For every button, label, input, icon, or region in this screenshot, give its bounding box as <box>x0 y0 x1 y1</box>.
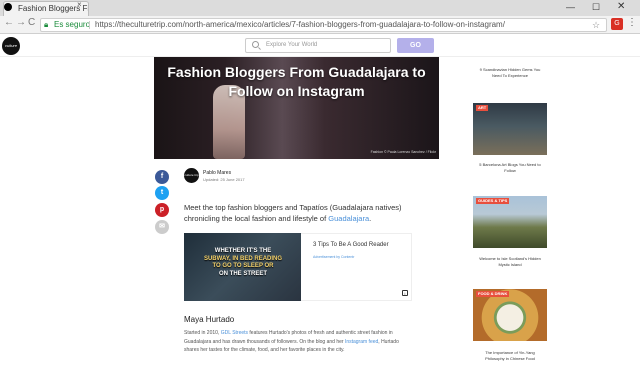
window-maximize-button[interactable]: ☐ <box>592 2 600 13</box>
article-paragraph: Started in 2010, GDL Streets features Hu… <box>184 329 412 355</box>
back-arrow-icon[interactable]: ← <box>4 17 14 28</box>
email-share-icon[interactable]: ✉ <box>155 220 169 234</box>
sidebar-card-title[interactable]: 5 Barcelona Art Blogs You Need to Follow <box>477 162 543 173</box>
address-separator <box>89 21 90 29</box>
address-bar[interactable]: 🔒︎ Es seguro https://theculturetrip.com/… <box>40 18 607 32</box>
ad-image-caption: WHETHER IT'S THE SUBWAY, IN BED READING … <box>200 248 286 278</box>
section-heading: Maya Hurtado <box>184 315 235 324</box>
facebook-share-icon[interactable]: f <box>155 170 169 184</box>
sidebar-card-category: GUIDES & TIPS <box>476 198 510 204</box>
twitter-share-icon[interactable]: t <box>155 186 169 200</box>
sidebar-card-category: ART <box>476 105 489 111</box>
window-close-button[interactable]: ✕ <box>617 1 625 12</box>
sidebar-card-title[interactable]: Welcome to Isle Scotland's Hidden Mystic… <box>477 256 543 267</box>
para-text: Started in 2010, <box>184 330 221 336</box>
ad-caption-line: SUBWAY, IN BED READING <box>203 255 283 262</box>
ad-info-icon[interactable]: i <box>402 290 408 296</box>
tab-bar <box>0 0 640 16</box>
search-go-button[interactable]: GO <box>397 38 434 53</box>
author-avatar[interactable]: culture trip <box>184 168 199 183</box>
updated-date: Updated: 25 June 2017 <box>203 177 245 182</box>
ad-caption-line: TO GO TO SLEEP OR <box>212 263 274 269</box>
article-lead: Meet the top fashion bloggers and Tapatí… <box>184 203 412 224</box>
sidebar-card-title[interactable]: The Importance of Yin-Yang Philosophy in… <box>477 350 543 361</box>
pinterest-share-icon[interactable]: p <box>155 203 169 217</box>
site-logo[interactable]: culture trip <box>2 37 20 66</box>
lock-icon: 🔒︎ <box>44 20 49 29</box>
tab-close-icon[interactable]: × <box>77 0 82 9</box>
gdl-streets-link[interactable]: GDL Streets <box>221 330 248 336</box>
sidebar-card-title[interactable]: 9 Scandinavian Hidden Gems You Need To E… <box>477 67 543 78</box>
bookmark-star-icon[interactable]: ☆ <box>592 19 600 31</box>
url-text[interactable]: https://theculturetrip.com/north-america… <box>95 19 505 31</box>
guadalajara-link[interactable]: Guadalajara <box>328 214 369 223</box>
hero-credit: Fashion © Paula Lorenzo Sanchez / Flickr <box>370 150 436 154</box>
search-input[interactable]: Explore Your World <box>245 38 391 53</box>
ad-caption-line: WHETHER IT'S THE <box>214 248 272 254</box>
sidebar-card-category: FOOD & DRINK <box>476 291 510 297</box>
ad-title[interactable]: 3 Tips To Be A Good Reader <box>313 242 389 248</box>
window-minimize-button[interactable]: — <box>566 2 575 12</box>
article-title: Fashion Bloggers From Guadalajara to Fol… <box>167 64 426 99</box>
secure-label: Es seguro <box>54 20 91 29</box>
search-icon <box>252 41 259 48</box>
browser-menu-icon[interactable]: ⋮ <box>627 17 637 28</box>
instagram-feed-link[interactable]: Instagram feed <box>345 339 378 345</box>
lead-end: . <box>369 213 372 223</box>
author-name[interactable]: Pablo Mares <box>203 170 231 176</box>
tab-favicon-icon <box>4 3 12 11</box>
ad-caption-line: ON THE STREET <box>218 270 267 277</box>
extension-icon[interactable]: G <box>611 18 623 30</box>
forward-arrow-icon[interactable]: → <box>16 17 26 28</box>
ad-sponsor[interactable]: Advertisement by Contentr <box>313 255 354 259</box>
reload-icon[interactable]: C <box>28 17 35 28</box>
